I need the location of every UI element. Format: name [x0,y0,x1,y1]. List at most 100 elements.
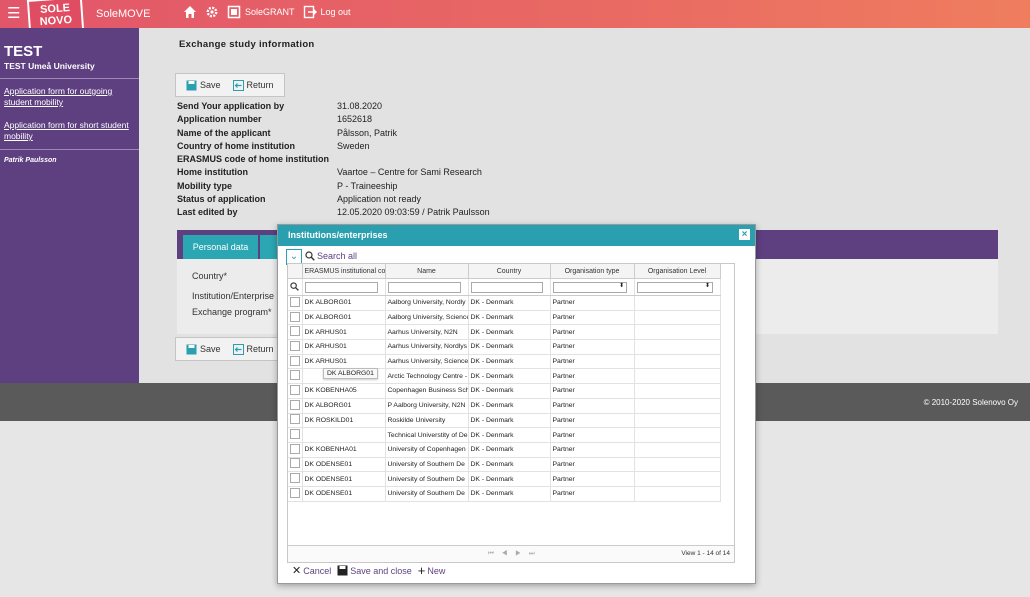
save-and-close-button[interactable]: Save and close [337,564,412,577]
info-row: Last edited by 12.05.2020 09:03:59 / Patr… [177,207,490,220]
table-row[interactable]: DK ODENSE01 University of Southern De DK -… [288,471,721,487]
save-button[interactable]: Save [186,80,221,91]
row-checkbox[interactable] [290,473,300,484]
table-row[interactable]: DK KOBENHA05 Copenhagen Business Scho DK -… [288,383,721,399]
logout-link[interactable]: Log out [303,5,351,19]
cell-country: DK - Denmark [468,295,551,311]
table-row[interactable]: DK ALBORG01 P Aalborg University, N2N DK -… [288,398,721,414]
filter-erasmus-input[interactable] [304,281,379,293]
sidebar-link-short[interactable]: Application form for short student mobil… [0,120,139,142]
tooltip: DK ALBORG01 [323,368,378,379]
cell-org-type: Partner [550,457,635,473]
table-row[interactable]: DK ALBORG01 Aalborg University, Nordly DK … [288,295,721,311]
cell-org-level [634,471,721,487]
table-row[interactable]: DK ODENSE01 University of Southern De DK -… [288,486,721,502]
search-all-label: Search all [317,251,358,261]
home-icon[interactable] [183,5,197,19]
dialog-footer: ✕ Cancel Save and close + New [292,564,445,577]
cell-erasmus: DK ARHUS01 [302,354,386,370]
search-all-button[interactable]: Search all [305,251,357,261]
top-toolbar: Save Return [175,73,285,97]
cell-org-level [634,457,721,473]
column-header-select [288,264,303,279]
pager-nav-icons[interactable]: ⏮ ◀ ▶ ⏭ [488,550,538,558]
info-row: Send Your application by 31.08.2020 [177,101,490,114]
table-row[interactable]: DK ROSKILD01 Roskilde University DK - Denm… [288,413,721,429]
return-button-bottom[interactable]: Return [232,343,274,355]
row-checkbox[interactable] [290,458,300,469]
top-bar: ☰ SOLE NOVO SoleMOVE SoleGRANT Log out [0,0,1030,34]
column-header-erasmus[interactable]: ERASMUS institutional co [302,264,386,279]
search-icon [305,251,315,261]
info-label: ERASMUS code of home institution [177,154,329,165]
cell-org-type: Partner [550,427,635,443]
row-checkbox[interactable] [290,355,300,366]
menu-icon[interactable]: ☰ [7,6,20,21]
sidebar-link-outgoing[interactable]: Application form for outgoing student mo… [0,86,139,108]
sidebar-org: TEST Umeå University [4,61,95,71]
return-label: Return [246,80,274,90]
row-checkbox[interactable] [290,384,300,395]
table-row[interactable]: DK KOBENHA01 University of Copenhagen DK -… [288,442,721,458]
table-row[interactable]: DK ODENSE01 University of Southern De DK -… [288,457,721,473]
return-button[interactable]: Return [232,79,274,91]
new-button[interactable]: + New [418,564,446,577]
row-checkbox[interactable] [290,487,300,498]
column-header-country[interactable]: Country [468,264,551,279]
save-label: Save [200,344,221,354]
filter-search-cell [288,278,303,296]
row-checkbox[interactable] [290,326,300,337]
logout-icon [303,5,317,19]
row-checkbox[interactable] [290,311,300,322]
cell-name: University of Southern De [385,486,469,502]
solegrant-icon [227,5,241,19]
filter-org-type-select[interactable]: ⬍ [552,281,628,293]
cell-name: P Aalborg University, N2N [385,398,469,414]
cell-country: DK - Denmark [468,310,551,326]
sidebar-user: Patrik Paulsson [4,157,57,164]
info-row: Mobility type P - Traineeship [177,181,490,194]
column-header-org-type[interactable]: Organisation type [550,264,635,279]
cell-org-level [634,295,721,311]
cell-org-type: Partner [550,295,635,311]
table-row[interactable]: DK ARHUS01 Aarhus University, N2N DK - Den… [288,324,721,341]
filter-name-input[interactable] [387,281,462,293]
cell-erasmus: DK ODENSE01 [302,486,386,502]
cell-country: DK - Denmark [468,339,551,355]
row-checkbox[interactable] [290,340,300,351]
cell-country: DK - Denmark [468,486,551,502]
cell-country: DK - Denmark [468,368,551,385]
cell-erasmus: DK ALBORG01 [302,398,386,414]
save-icon [337,565,348,576]
row-checkbox[interactable] [290,370,300,381]
cell-org-level [634,427,721,443]
table-row[interactable]: DK ARHUS01 Aarhus University, Nordlys DK -… [288,339,721,355]
row-checkbox[interactable] [290,443,300,454]
solegrant-label: SoleGRANT [245,7,295,17]
save-button-bottom[interactable]: Save [186,344,221,355]
close-icon[interactable]: × [739,229,750,240]
row-checkbox[interactable] [290,429,300,440]
cell-country: DK - Denmark [468,427,551,443]
exchange-program-label: Exchange program* [192,307,272,317]
gear-icon[interactable] [205,5,219,19]
row-checkbox[interactable] [290,399,300,410]
table-row[interactable]: DK ALBORG01 Aalborg University, Science DK… [288,310,721,326]
row-checkbox[interactable] [290,414,300,425]
search-icon[interactable] [290,281,299,291]
column-header-org-level[interactable]: Organisation Level [634,264,721,279]
cell-erasmus: DK ALBORG01 [302,295,386,311]
row-checkbox[interactable] [290,296,300,307]
cell-org-level [634,354,721,370]
cell-erasmus: DK ARHUS01 [302,324,386,341]
filter-country-input[interactable] [470,281,544,293]
table-row[interactable]: DK ARHUS01 Aarhus University, Science DK -… [288,354,721,370]
tab-personal-data[interactable]: Personal data [183,235,258,259]
table-row[interactable]: Technical Universtity of De DK - Denmark P… [288,427,721,443]
filter-org-level-select[interactable]: ⬍ [636,281,714,293]
cell-org-type: Partner [550,324,635,341]
cell-org-type: Partner [550,471,635,487]
solegrant-link[interactable]: SoleGRANT [227,5,295,19]
cancel-button[interactable]: ✕ Cancel [292,564,331,577]
column-header-name[interactable]: Name [385,264,469,279]
